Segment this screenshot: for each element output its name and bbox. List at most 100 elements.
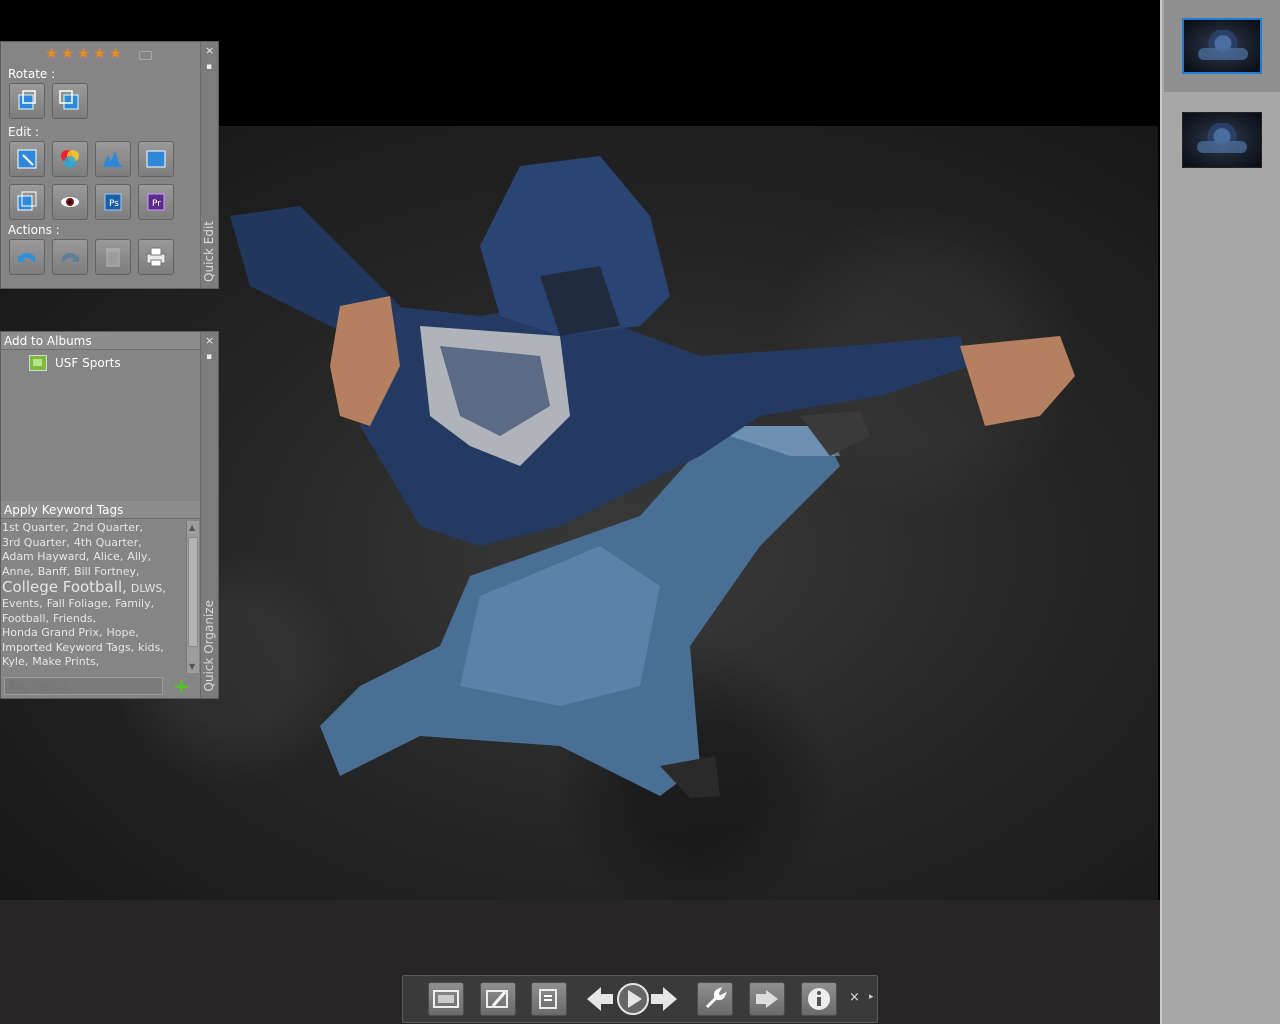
star-icon[interactable]: ★ (77, 46, 93, 62)
scroll-thumb[interactable] (188, 537, 198, 647)
close-icon[interactable]: × (205, 44, 214, 57)
svg-text:Ps: Ps (109, 199, 119, 209)
color-button[interactable] (52, 141, 88, 177)
pin-icon[interactable]: ▪ (206, 62, 212, 72)
smart-fix-button[interactable] (9, 141, 45, 177)
quick-organize-title: Quick Organize (202, 600, 216, 692)
keyword-tag[interactable]: Alice, (93, 550, 123, 563)
keyword-tag[interactable]: Honda Grand Prix, (2, 626, 102, 639)
keyword-tag[interactable]: Hope, (106, 626, 138, 639)
quick-organize-panel: Add to Albums USF Sports Apply Keyword T… (0, 331, 219, 699)
levels-icon (103, 151, 123, 167)
filmstrip-icon (433, 990, 459, 1008)
tag-media-input[interactable] (4, 677, 163, 695)
undo-button[interactable] (9, 239, 45, 275)
star-icon[interactable]: ★ (61, 46, 77, 62)
quick-edit-icon (486, 990, 508, 1008)
keyword-tag[interactable]: 1st Quarter, (2, 521, 69, 534)
keyword-tag[interactable]: Imported Keyword Tags, (2, 641, 134, 654)
add-tag-button[interactable]: + (173, 676, 190, 696)
keyword-tag[interactable]: 2nd Quarter, (73, 521, 143, 534)
star-icon[interactable]: ★ (45, 46, 61, 62)
info-button[interactable] (801, 982, 837, 1016)
quick-edit-title: Quick Edit (202, 221, 216, 282)
previous-arrow-icon[interactable] (587, 987, 613, 1011)
filmstrip-thumb-2[interactable] (1164, 94, 1280, 186)
close-controls-icon[interactable]: × (849, 990, 860, 1005)
crop-button[interactable] (138, 141, 174, 177)
close-icon[interactable]: × (205, 334, 214, 347)
tag-scrollbar[interactable]: ▲ ▼ (186, 521, 199, 673)
nav-group (581, 982, 681, 1016)
star-icon[interactable]: ★ (109, 46, 125, 62)
filmstrip (1160, 0, 1280, 1024)
rotate-left-button[interactable] (9, 83, 45, 119)
rotate-left-icon (18, 90, 36, 110)
clear-rating-icon[interactable] (139, 51, 152, 60)
quick-organize-sidebar: × ▪ Quick Organize (200, 332, 218, 698)
quick-edit-panel: ★★★★★ Rotate : Edit : Ps Pr Actions : × … (0, 41, 219, 289)
levels-button[interactable] (95, 141, 131, 177)
keyword-tag[interactable]: Make Prints, (32, 655, 99, 668)
albums-header: Add to Albums (1, 332, 200, 350)
quick-organize-icon (539, 989, 557, 1009)
premiere-edit-button[interactable]: Pr (138, 184, 174, 220)
transition-arrow-icon (756, 990, 778, 1008)
keyword-tag[interactable]: DLWS, (131, 582, 166, 595)
keyword-tags-header: Apply Keyword Tags (1, 501, 200, 519)
keyword-tag[interactable]: Family, (115, 597, 154, 610)
thumbnail-image (1182, 18, 1262, 74)
keyword-tag[interactable]: Fall Foliage, (47, 597, 111, 610)
keyword-tag[interactable]: 3rd Quarter, (2, 536, 70, 549)
svg-text:Pr: Pr (152, 199, 161, 209)
keyword-tag[interactable]: College Football, (2, 578, 127, 596)
next-arrow-icon[interactable] (651, 987, 677, 1011)
info-icon (808, 988, 830, 1010)
more-options-icon[interactable]: ▸ (869, 992, 874, 1002)
rotate-right-button[interactable] (52, 83, 88, 119)
keyword-tag[interactable]: kids, (138, 641, 164, 654)
transitions-button[interactable] (749, 982, 785, 1016)
trash-icon (106, 248, 120, 267)
sharpen-button[interactable] (9, 184, 45, 220)
undo-icon (18, 253, 35, 263)
photoshop-icon: Ps (104, 193, 122, 211)
keyword-tag[interactable]: Adam Hayward, (2, 550, 89, 563)
scroll-up-icon[interactable]: ▲ (189, 523, 195, 532)
keyword-tag[interactable]: Bill Fortney, (74, 565, 139, 578)
album-icon (29, 355, 47, 371)
quick-organize-toggle-button[interactable] (531, 982, 567, 1016)
keyword-tag[interactable]: 4th Quarter, (74, 536, 142, 549)
filmstrip-toggle-button[interactable] (428, 982, 464, 1016)
photoshop-edit-button[interactable]: Ps (95, 184, 131, 220)
keyword-tag[interactable]: Football, (2, 612, 49, 625)
settings-button[interactable] (697, 982, 733, 1016)
keyword-tag[interactable]: Events, (2, 597, 43, 610)
keyword-tag[interactable]: Kyle, (2, 655, 28, 668)
keyword-tag[interactable]: Ally, (127, 550, 151, 563)
premiere-icon: Pr (147, 193, 165, 211)
keyword-tag[interactable]: Anne, (2, 565, 34, 578)
actions-label: Actions : (8, 223, 60, 237)
quick-edit-toggle-button[interactable] (480, 982, 516, 1016)
star-icon[interactable]: ★ (93, 46, 109, 62)
delete-button[interactable] (95, 239, 131, 275)
filmstrip-thumb-1[interactable] (1164, 0, 1280, 92)
print-button[interactable] (138, 239, 174, 275)
album-label: USF Sports (55, 356, 121, 370)
color-wheel-icon (61, 150, 79, 168)
red-eye-button[interactable] (52, 184, 88, 220)
album-item[interactable]: USF Sports (29, 354, 121, 372)
pin-icon[interactable]: ▪ (206, 352, 212, 362)
scroll-down-icon[interactable]: ▼ (189, 662, 195, 671)
redo-button[interactable] (52, 239, 88, 275)
star-rating[interactable]: ★★★★★ (45, 46, 125, 62)
keyword-tag[interactable]: Friends, (53, 612, 96, 625)
wrench-icon (705, 987, 727, 1009)
sharpen-icon (17, 191, 37, 211)
printer-icon (146, 247, 166, 267)
tag-cloud: 1st Quarter, 2nd Quarter, 3rd Quarter, 4th… (2, 521, 185, 673)
thumbnail-image (1182, 112, 1262, 168)
red-eye-icon (61, 197, 79, 207)
keyword-tag[interactable]: Banff, (38, 565, 70, 578)
